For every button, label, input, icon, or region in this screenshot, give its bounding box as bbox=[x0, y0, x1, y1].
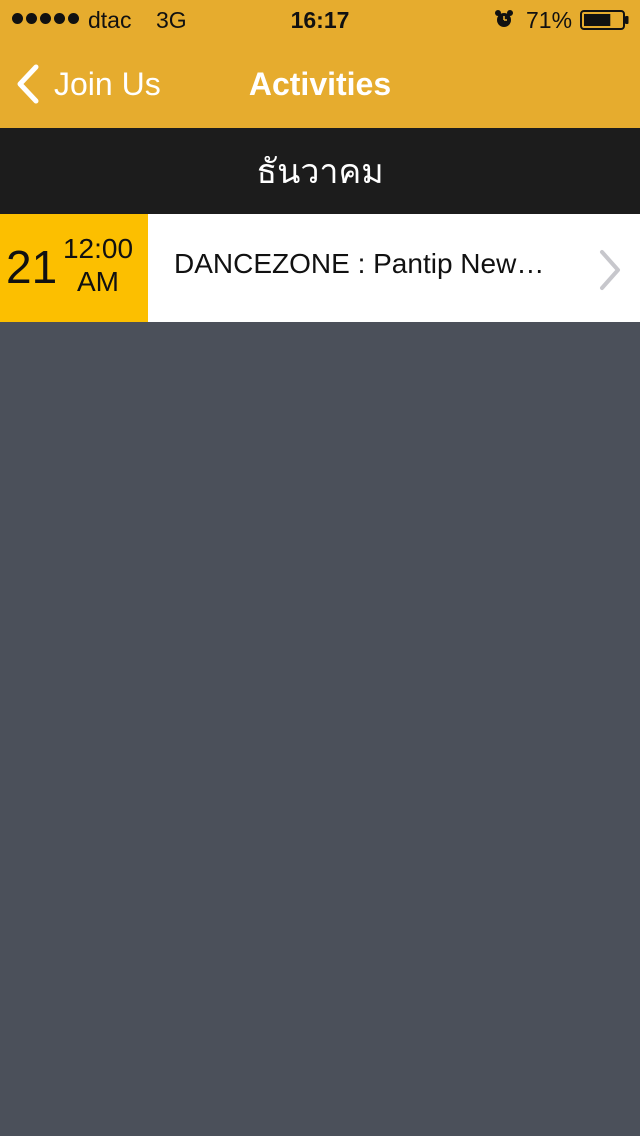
event-title: DANCEZONE : Pantip New… bbox=[174, 248, 545, 279]
chevron-left-icon bbox=[17, 64, 39, 104]
battery-icon bbox=[580, 10, 629, 30]
activities-screen: dtac 3G 16:17 71% Join Us Activities ธัน… bbox=[0, 0, 640, 1136]
top-bar: dtac 3G 16:17 71% Join Us Activities bbox=[0, 0, 640, 128]
status-bar: dtac 3G 16:17 71% bbox=[0, 0, 640, 40]
month-label: ธันวาคม bbox=[256, 153, 384, 191]
battery-percentage: 71% bbox=[526, 7, 573, 33]
chevron-right-icon bbox=[600, 250, 620, 290]
event-time-value: 12:00 bbox=[62, 233, 134, 264]
back-button[interactable]: Join Us bbox=[14, 60, 161, 108]
month-section-header: ธันวาคม bbox=[0, 128, 640, 214]
event-date-box: 21 12:00 AM bbox=[0, 214, 148, 322]
navigation-bar: Join Us Activities bbox=[0, 40, 640, 128]
event-day: 21 bbox=[6, 241, 58, 293]
alarm-clock-icon bbox=[495, 10, 513, 27]
event-time: 12:00 AM bbox=[62, 232, 134, 298]
event-time-meridiem: AM bbox=[77, 266, 119, 297]
back-button-label: Join Us bbox=[54, 65, 161, 102]
event-list-item[interactable]: 21 12:00 AM DANCEZONE : Pantip New… bbox=[0, 214, 640, 322]
